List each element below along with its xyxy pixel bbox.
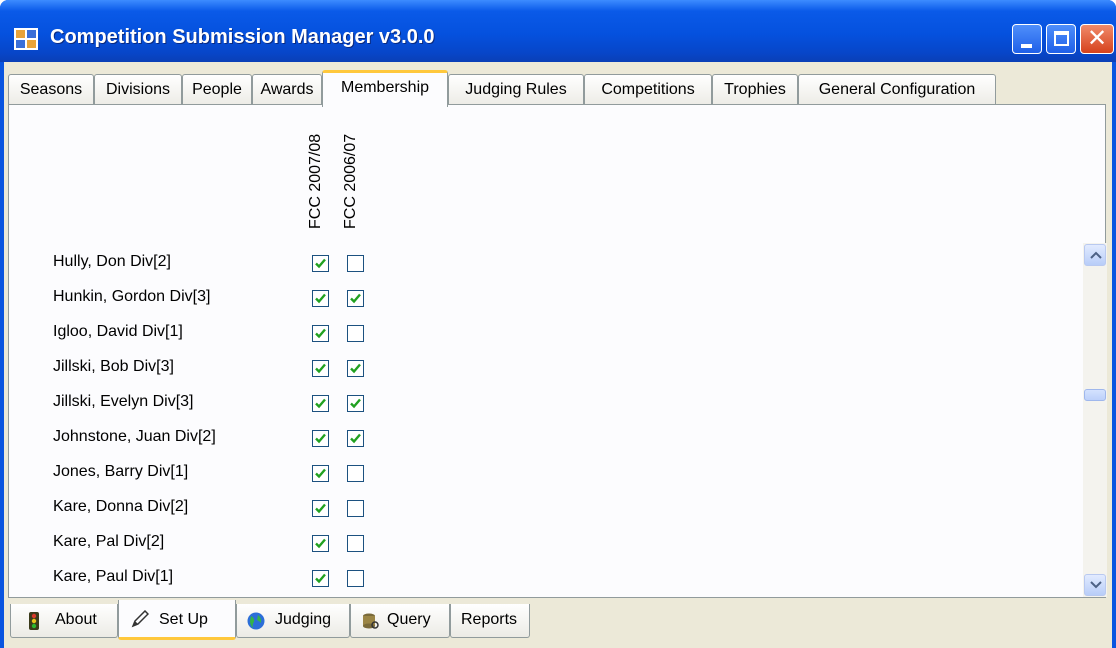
chevron-down-icon — [1090, 581, 1102, 589]
checkmark-icon — [315, 433, 326, 444]
tab-seasons[interactable]: Seasons — [8, 74, 94, 106]
globe-icon — [247, 612, 265, 630]
checkmark-icon — [315, 503, 326, 514]
member-name-label: Jillski, Evelyn Div[3] — [53, 393, 194, 410]
member-name-label: Hully, Don Div[2] — [53, 253, 171, 270]
title-bar[interactable]: Competition Submission Manager v3.0.0 ✕ — [0, 0, 1116, 62]
membership-checkbox-col-2[interactable] — [347, 360, 364, 377]
checkmark-icon — [315, 363, 326, 374]
tab-about-label: About — [55, 611, 97, 628]
checkmark-icon — [315, 398, 326, 409]
app-icon — [14, 28, 38, 50]
checkmark-icon — [350, 293, 361, 304]
membership-checkbox-col-2[interactable] — [347, 500, 364, 517]
membership-checkbox-col-1[interactable] — [312, 360, 329, 377]
member-name-label: Johnstone, Juan Div[2] — [53, 428, 216, 445]
member-name-label: Kare, Donna Div[2] — [53, 498, 189, 515]
member-name-label: Jillski, Bob Div[3] — [53, 358, 174, 375]
membership-checkbox-col-2[interactable] — [347, 325, 364, 342]
tab-set-up-label: Set Up — [159, 611, 208, 628]
scroll-thumb[interactable] — [1084, 389, 1106, 401]
tab-competitions[interactable]: Competitions — [584, 74, 712, 106]
membership-checkbox-col-2[interactable] — [347, 535, 364, 552]
close-button[interactable]: ✕ — [1080, 24, 1114, 54]
minimize-button[interactable] — [1012, 24, 1042, 54]
membership-checkbox-col-2[interactable] — [347, 570, 364, 587]
member-name-label: Jones, Barry Div[1] — [53, 463, 189, 480]
membership-checkbox-col-2[interactable] — [347, 290, 364, 307]
membership-checkbox-col-2[interactable] — [347, 395, 364, 412]
membership-checkbox-col-1[interactable] — [312, 465, 329, 482]
database-icon — [363, 613, 379, 629]
client-area: Seasons Divisions People Awards Membersh… — [4, 62, 1112, 648]
tab-judging-label: Judging — [275, 611, 332, 628]
tab-set-up[interactable]: Set Up — [118, 600, 236, 640]
checkmark-icon — [315, 328, 326, 339]
checkmark-icon — [315, 293, 326, 304]
tab-trophies[interactable]: Trophies — [712, 74, 798, 106]
membership-checkbox-col-2[interactable] — [347, 430, 364, 447]
membership-checkbox-col-1[interactable] — [312, 325, 329, 342]
minimize-icon — [1021, 44, 1032, 48]
member-name-label: Igloo, David Div[1] — [53, 323, 183, 340]
membership-checkbox-col-1[interactable] — [312, 535, 329, 552]
scroll-down-button[interactable] — [1084, 574, 1106, 596]
membership-checkbox-col-2[interactable] — [347, 465, 364, 482]
tab-reports-label: Reports — [461, 611, 518, 628]
membership-checkbox-col-1[interactable] — [312, 500, 329, 517]
checkmark-icon — [315, 258, 326, 269]
checkmark-icon — [350, 363, 361, 374]
column-header-fcc-2007-08: FCC 2007/08 — [307, 133, 324, 229]
bottom-tab-strip: About Set Up Judging Query Reports — [8, 598, 1106, 648]
maximize-button[interactable] — [1046, 24, 1076, 54]
tab-divisions[interactable]: Divisions — [94, 74, 182, 106]
checkmark-icon — [315, 538, 326, 549]
pencil-icon — [131, 610, 149, 628]
column-header-fcc-2006-07: FCC 2006/07 — [342, 133, 359, 229]
tab-people[interactable]: People — [182, 74, 252, 106]
close-icon: ✕ — [1086, 25, 1108, 52]
vertical-scrollbar[interactable] — [1083, 243, 1107, 597]
member-name-label: Hunkin, Gordon Div[3] — [53, 288, 211, 305]
tab-awards[interactable]: Awards — [252, 74, 322, 106]
tab-membership[interactable]: Membership — [322, 70, 448, 107]
checkmark-icon — [315, 573, 326, 584]
member-name-label: Kare, Pal Div[2] — [53, 533, 165, 550]
tab-reports[interactable]: Reports — [450, 604, 530, 638]
tab-judging-rules[interactable]: Judging Rules — [448, 74, 584, 106]
scroll-up-button[interactable] — [1084, 244, 1106, 266]
window-title: Competition Submission Manager v3.0.0 — [50, 26, 435, 48]
chevron-up-icon — [1090, 251, 1102, 259]
membership-checkbox-col-1[interactable] — [312, 395, 329, 412]
checkmark-icon — [315, 468, 326, 479]
tab-judging[interactable]: Judging — [236, 604, 350, 638]
checkmark-icon — [350, 433, 361, 444]
checkmark-icon — [350, 398, 361, 409]
member-name-label: Kare, Paul Div[1] — [53, 568, 174, 585]
traffic-light-icon — [29, 612, 39, 630]
membership-checkbox-col-1[interactable] — [312, 255, 329, 272]
membership-checkbox-col-1[interactable] — [312, 290, 329, 307]
membership-checkbox-col-1[interactable] — [312, 570, 329, 587]
membership-checkbox-col-2[interactable] — [347, 255, 364, 272]
membership-panel: FCC 2007/08 FCC 2006/07 Hully, Don Div[2… — [8, 104, 1107, 598]
membership-checkbox-col-1[interactable] — [312, 430, 329, 447]
maximize-icon — [1054, 31, 1069, 46]
tab-query[interactable]: Query — [350, 604, 450, 638]
tab-query-label: Query — [387, 611, 431, 628]
tab-general-configuration[interactable]: General Configuration — [798, 74, 996, 106]
tab-about[interactable]: About — [10, 604, 118, 638]
app-window: Competition Submission Manager v3.0.0 ✕ … — [0, 0, 1116, 648]
